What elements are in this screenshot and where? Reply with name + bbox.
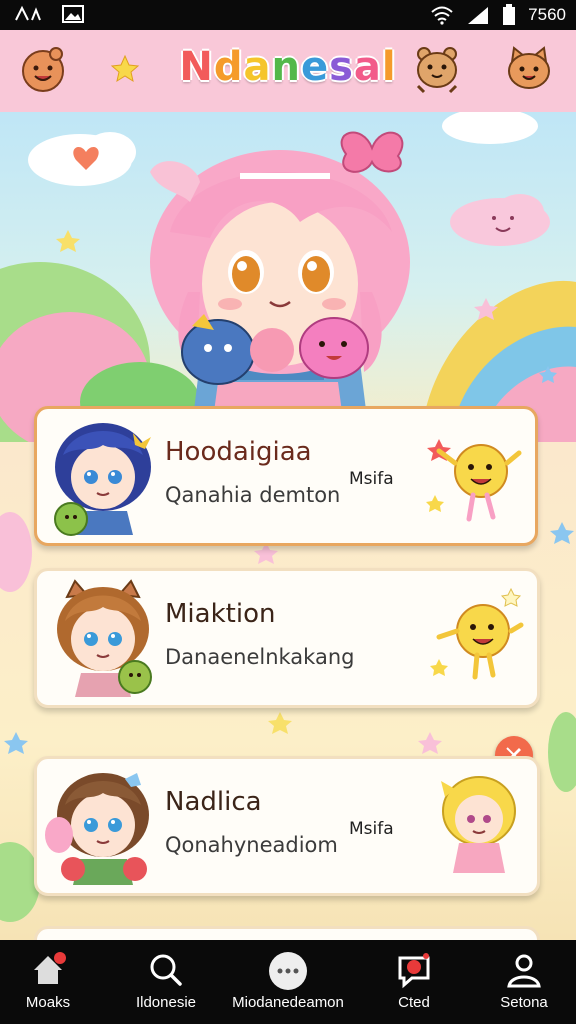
wifi-icon <box>431 6 453 25</box>
search-icon <box>150 954 182 986</box>
nav-item-chat[interactable]: Miodanedeamon <box>232 940 344 1024</box>
cloud-left <box>28 132 136 186</box>
nav-label: Cted <box>398 994 430 1011</box>
list-item-title: Nadlica <box>165 787 262 817</box>
nav-label: Moaks <box>25 994 71 1011</box>
star-mascot-icon <box>426 439 522 522</box>
list-item[interactable]: Nadlica Qonahyneadiom Msifa <box>34 756 540 896</box>
image-icon <box>62 5 84 23</box>
nav-label: Miodanedeamon <box>232 994 344 1011</box>
profile-icon <box>507 954 541 988</box>
home-icon <box>34 952 66 984</box>
app-title-letter: a <box>353 44 382 90</box>
sun-mascot-icon <box>430 587 524 680</box>
list-item-tag: Msifa <box>349 819 394 839</box>
status-bar: 7560 <box>0 0 576 30</box>
list-item-title: Miaktion <box>165 599 276 629</box>
bottom-navigation: Moaks Ildonesie Miodanedeamon Cted Seton… <box>0 940 576 1024</box>
cloud-right <box>450 194 550 246</box>
app-title-letter: s <box>329 44 354 90</box>
list-item-subtitle: Qanahia demton <box>165 483 341 507</box>
nav-item-home[interactable]: Moaks <box>0 940 104 1024</box>
app-title-letter: d <box>213 44 244 90</box>
avatar <box>57 579 152 697</box>
app-title-letter: N <box>179 44 214 90</box>
nav-label: Ildonesie <box>135 994 197 1011</box>
nav-label: Setona <box>500 994 548 1011</box>
nav-item-profile[interactable]: Setona <box>468 940 576 1024</box>
signal-icon <box>468 7 489 24</box>
list-item-title: Hoodaigiaa <box>165 437 312 467</box>
avatar <box>45 773 149 885</box>
list-item-subtitle: Qonahyneadiom <box>165 833 338 857</box>
network-icon <box>15 5 41 21</box>
message-icon <box>398 953 430 989</box>
nav-item-search[interactable]: Ildonesie <box>110 940 222 1024</box>
avatar <box>54 423 151 536</box>
cat-mascot-icon[interactable] <box>502 42 556 96</box>
status-time: 7560 <box>528 5 566 24</box>
blonde-girl-mascot-icon <box>441 776 516 873</box>
list-item[interactable]: Hoodaigiaa Qanahia demton Msifa <box>34 406 538 546</box>
list-item-tag: Msifa <box>349 469 394 489</box>
chat-icon <box>269 952 307 990</box>
bear-mascot-icon[interactable] <box>410 42 464 96</box>
list-item[interactable]: Miaktion Danaenelnkakang <box>34 568 540 708</box>
app-title: Ndanesal <box>0 44 576 90</box>
battery-icon <box>503 4 516 25</box>
hero-character-illustration <box>0 112 576 442</box>
app-title-letter: l <box>381 44 397 90</box>
app-title-letter: n <box>271 44 301 90</box>
app-header: Ndanesal <box>0 30 576 112</box>
app-title-letter: a <box>243 44 272 90</box>
nav-item-messages[interactable]: Cted <box>358 940 470 1024</box>
hero-banner <box>0 112 576 442</box>
app-title-letter: e <box>300 44 330 90</box>
list-item-subtitle: Danaenelnkakang <box>165 645 355 669</box>
